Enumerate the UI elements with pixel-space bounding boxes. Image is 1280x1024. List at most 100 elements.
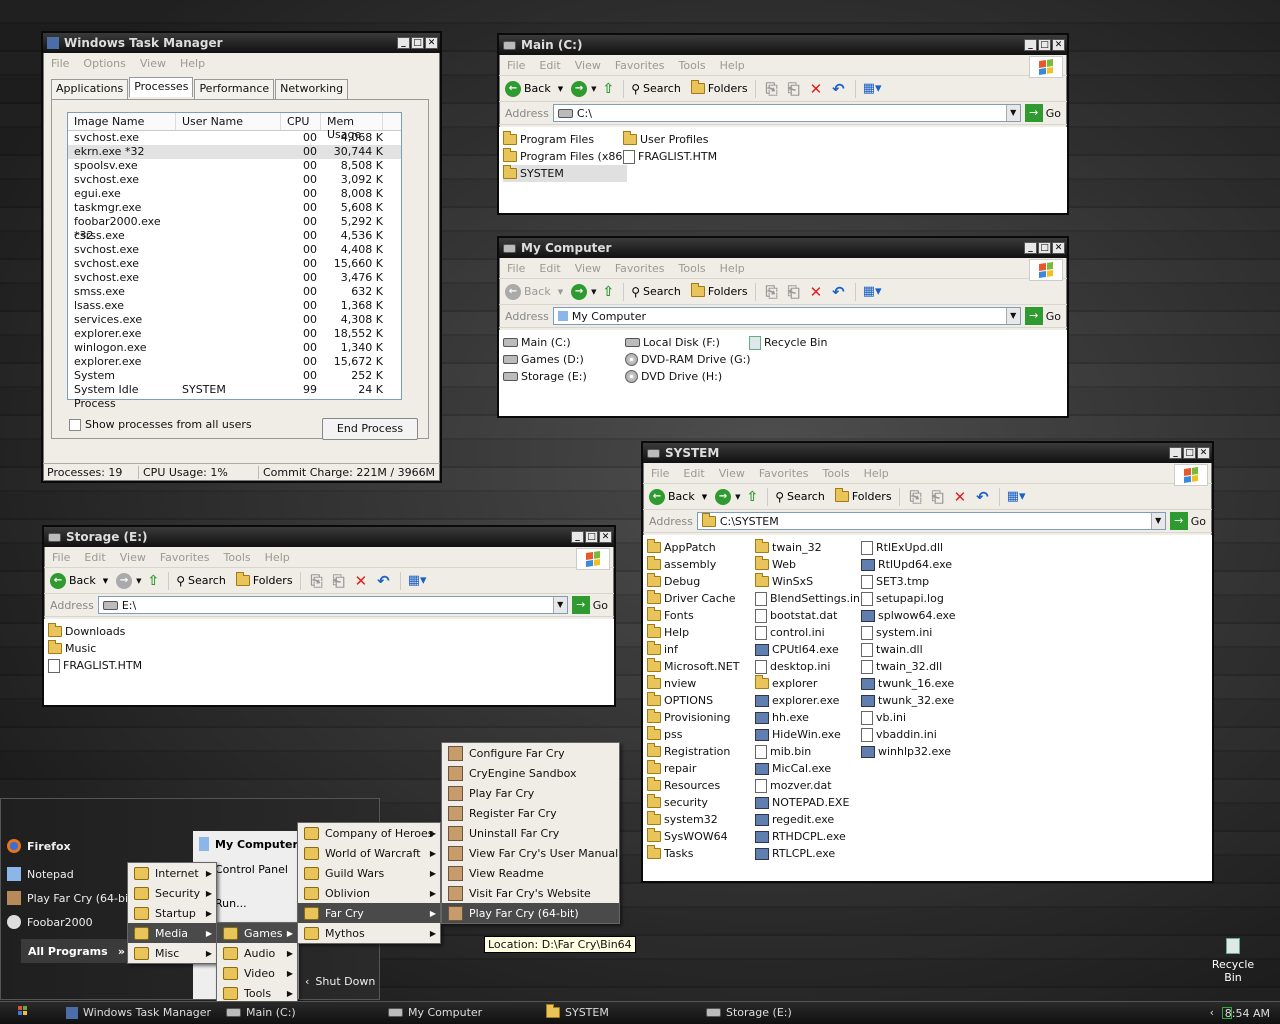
- menu-favorites[interactable]: Favorites: [759, 467, 809, 480]
- chevron-down-icon[interactable]: ▼: [591, 85, 596, 93]
- list-item[interactable]: DVD Drive (H:): [625, 368, 751, 385]
- folders-button[interactable]: Folders: [834, 488, 892, 503]
- list-item[interactable]: Music: [48, 640, 142, 657]
- minimize-button[interactable]: _: [1024, 39, 1037, 51]
- views-icon[interactable]: ▦▾: [863, 284, 882, 299]
- minimize-button[interactable]: _: [1169, 447, 1182, 459]
- list-item[interactable]: Microsoft.NET: [647, 658, 739, 675]
- taskbar-button-my-computer[interactable]: My Computer: [388, 1006, 482, 1019]
- list-item[interactable]: system32: [647, 811, 739, 828]
- menu-help[interactable]: Help: [720, 262, 745, 275]
- list-item[interactable]: Resources: [647, 777, 739, 794]
- table-row[interactable]: svchost.exe 00 3,092 K: [68, 173, 401, 187]
- list-item[interactable]: User Profiles: [623, 131, 717, 148]
- table-row[interactable]: svchost.exe 00 15,660 K: [68, 257, 401, 271]
- forward-arrow-icon[interactable]: →: [571, 80, 588, 97]
- menu-item-startup[interactable]: Startup ▶: [128, 903, 216, 923]
- copy-to-icon[interactable]: ⎗: [932, 488, 944, 506]
- close-button[interactable]: ✕: [1197, 447, 1210, 459]
- back-button[interactable]: ← Back ▼: [50, 572, 108, 589]
- go-button[interactable]: → Go: [1169, 512, 1206, 530]
- list-item[interactable]: vb.ini: [861, 709, 956, 726]
- tab-performance[interactable]: Performance: [194, 79, 275, 99]
- menu-item-play-far-cry-64-bit-[interactable]: Play Far Cry (64-bit): [442, 903, 619, 923]
- list-item[interactable]: Debug: [647, 573, 739, 590]
- address-dropdown[interactable]: ▼: [1005, 308, 1020, 324]
- list-item[interactable]: Program Files (x86): [503, 148, 627, 165]
- search-button[interactable]: ⚲ Search: [176, 574, 226, 588]
- menu-favorites[interactable]: Favorites: [615, 262, 665, 275]
- list-item[interactable]: Driver Cache: [647, 590, 739, 607]
- chevron-down-icon[interactable]: ▼: [735, 493, 740, 501]
- menu-item-mythos[interactable]: Mythos ▶: [298, 923, 440, 943]
- menu-favorites[interactable]: Favorites: [160, 551, 210, 564]
- folders-button[interactable]: Folders: [235, 572, 293, 587]
- delete-icon[interactable]: ✕: [954, 488, 967, 506]
- list-item[interactable]: Provisioning: [647, 709, 739, 726]
- delete-icon[interactable]: ✕: [355, 572, 368, 590]
- table-row[interactable]: smss.exe 00 632 K: [68, 285, 401, 299]
- start-my-computer[interactable]: My Computer: [193, 831, 299, 857]
- menu-item-world-of-warcraft[interactable]: World of Warcraft ▶: [298, 843, 440, 863]
- table-row[interactable]: foobar2000.exe *32 00 5,292 K: [68, 215, 401, 242]
- forward-arrow-icon[interactable]: →: [116, 572, 133, 589]
- tab-applications[interactable]: Applications: [51, 79, 129, 99]
- views-icon[interactable]: ▦▾: [1007, 489, 1026, 504]
- table-row[interactable]: System 00 252 K: [68, 369, 401, 383]
- address-input[interactable]: My Computer ▼: [552, 307, 1021, 325]
- up-folder-icon[interactable]: ⇧: [603, 284, 615, 300]
- menu-item-security[interactable]: Security ▶: [128, 883, 216, 903]
- maximize-button[interactable]: □: [1038, 242, 1051, 254]
- address-dropdown[interactable]: ▼: [1150, 513, 1165, 529]
- taskbar-button-system[interactable]: SYSTEM: [546, 1004, 609, 1019]
- desktop-recycle-bin[interactable]: Recycle Bin: [1202, 938, 1264, 984]
- list-item[interactable]: Downloads: [48, 623, 142, 640]
- menu-item-video[interactable]: Video ▶: [217, 963, 297, 983]
- list-item[interactable]: splwow64.exe: [861, 607, 956, 624]
- menu-item-cryengine-sandbox[interactable]: CryEngine Sandbox: [442, 763, 619, 783]
- taskbar-button-main-c-[interactable]: Main (C:): [226, 1006, 296, 1019]
- menu-item-tools[interactable]: Tools ▶: [217, 983, 297, 1003]
- menu-item-configure-far-cry[interactable]: Configure Far Cry: [442, 743, 619, 763]
- menu-edit[interactable]: Edit: [539, 262, 560, 275]
- menu-favorites[interactable]: Favorites: [615, 59, 665, 72]
- delete-icon[interactable]: ✕: [810, 283, 823, 301]
- maximize-button[interactable]: □: [411, 37, 424, 49]
- menu-view[interactable]: View: [120, 551, 146, 564]
- list-item[interactable]: FRAGLIST.HTM: [48, 657, 142, 674]
- list-item[interactable]: Registration: [647, 743, 739, 760]
- chevron-down-icon[interactable]: ▼: [591, 288, 596, 296]
- end-process-button[interactable]: End Process: [322, 418, 418, 440]
- table-row[interactable]: svchost.exe 00 3,476 K: [68, 271, 401, 285]
- list-item[interactable]: setupapi.log: [861, 590, 956, 607]
- menu-options[interactable]: Options: [83, 57, 125, 70]
- table-row[interactable]: taskmgr.exe 00 5,608 K: [68, 201, 401, 215]
- address-input[interactable]: C:\ ▼: [552, 104, 1021, 122]
- maximize-button[interactable]: □: [1038, 39, 1051, 51]
- list-item[interactable]: SysWOW64: [647, 828, 739, 845]
- all-programs-button[interactable]: All Programs »: [21, 939, 131, 963]
- menu-item-register-far-cry[interactable]: Register Far Cry: [442, 803, 619, 823]
- menu-item-view-readme[interactable]: View Readme: [442, 863, 619, 883]
- views-icon[interactable]: ▦▾: [408, 573, 427, 588]
- title-bar[interactable]: Main (C:) _ □ ✕: [499, 35, 1067, 55]
- address-dropdown[interactable]: ▼: [552, 597, 567, 613]
- list-item[interactable]: vbaddin.ini: [861, 726, 956, 743]
- list-item[interactable]: twunk_32.exe: [861, 692, 956, 709]
- list-item[interactable]: OPTIONS: [647, 692, 739, 709]
- taskbar-button-storage-e-[interactable]: Storage (E:): [706, 1006, 792, 1019]
- menu-file[interactable]: File: [507, 262, 525, 275]
- list-item[interactable]: mib.bin: [755, 743, 863, 760]
- list-item[interactable]: Fonts: [647, 607, 739, 624]
- go-button[interactable]: → Go: [1024, 307, 1061, 325]
- list-item[interactable]: BlendSettings.ini: [755, 590, 863, 607]
- table-row[interactable]: services.exe 00 4,308 K: [68, 313, 401, 327]
- table-row[interactable]: System Idle Process SYSTEM 99 24 K: [68, 383, 401, 410]
- go-button[interactable]: → Go: [571, 596, 608, 614]
- undo-icon[interactable]: ↶: [832, 283, 845, 301]
- list-item[interactable]: twain_32.dll: [861, 658, 956, 675]
- menu-item-play-far-cry[interactable]: Play Far Cry: [442, 783, 619, 803]
- menu-item-uninstall-far-cry[interactable]: Uninstall Far Cry: [442, 823, 619, 843]
- menu-edit[interactable]: Edit: [84, 551, 105, 564]
- list-item[interactable]: MicCal.exe: [755, 760, 863, 777]
